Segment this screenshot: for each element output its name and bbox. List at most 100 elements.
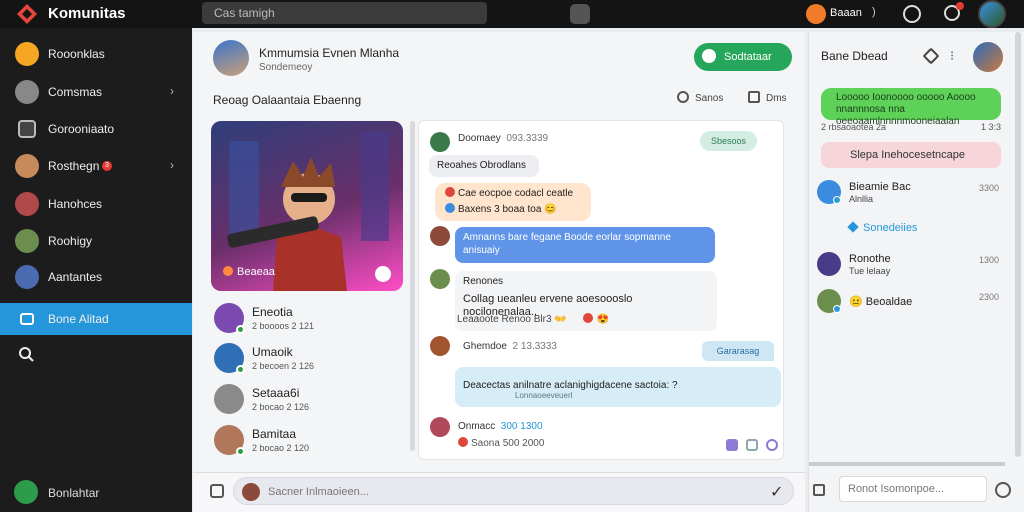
home-icon[interactable]: [210, 484, 224, 498]
sidebar-item-roohigy[interactable]: Roohigy: [0, 225, 192, 257]
section-link[interactable]: Sonedeiies: [847, 221, 917, 234]
sidebar-item-label: Comsmas: [48, 85, 103, 99]
sidebar-item-label: Aantantes: [48, 270, 103, 284]
diamond-icon: [847, 221, 859, 233]
avatar: [430, 417, 450, 437]
sidebar-item-label: Hanohces: [48, 197, 103, 211]
message-text: Baxens 3 boaa toa 😊: [445, 203, 581, 216]
member-item[interactable]: Eneotia 2 boooos 2 121: [209, 301, 389, 341]
notification-icon[interactable]: [903, 5, 921, 23]
top-user-avatar[interactable]: [978, 0, 1006, 28]
avatar: [430, 226, 450, 246]
hero-image-card[interactable]: Beaeaa: [211, 121, 403, 291]
search-icon[interactable]: [18, 346, 34, 362]
online-status-icon: [236, 447, 245, 456]
avatar: [15, 154, 39, 178]
message-input-placeholder: Sacner Inlmaoieen...: [268, 486, 369, 498]
user-menu-chevron-icon[interactable]: ): [872, 6, 876, 18]
sidebar-item-bone-alitad[interactable]: Bone Alitad: [0, 303, 192, 335]
chat-title: Kmmumsia Evnen Mlanha: [259, 46, 400, 60]
join-button-label: Sodtataar: [724, 51, 772, 63]
chevron-right-icon: ›: [170, 84, 174, 98]
member-item[interactable]: Bamitaa 2 bocao 2 120: [209, 423, 389, 463]
right-panel-title: Bane Dbead: [821, 49, 888, 63]
sidebar-item-rooonklas[interactable]: Rooonklas: [0, 38, 192, 70]
user-mini-avatar[interactable]: [806, 4, 826, 24]
message-bubble: Deacectas anilnatre aclanighigdacene sac…: [455, 367, 781, 407]
avatar: [15, 229, 39, 253]
message-author: Doomaey 093.3339: [458, 133, 549, 144]
chevron-right-icon: ›: [170, 158, 174, 172]
message-input[interactable]: Sacner Inlmaoieen... ✓: [233, 477, 794, 505]
sidebar-item-label: Rosthegn: [48, 159, 100, 173]
more-icon[interactable]: ⁝: [950, 48, 954, 64]
play-icon[interactable]: [375, 266, 391, 282]
conversation-name: Ronothe: [849, 253, 891, 265]
member-meta: 2 becoen 2 126: [252, 361, 315, 371]
sidebar-item-rosthegn[interactable]: Rosthegn 3 ›: [0, 150, 192, 182]
checkbox-icon: [748, 91, 760, 103]
message-text: Cae eocpoe codacl ceatle: [445, 187, 581, 200]
top-bar: Komunitas Cas tamigh Baaan ): [0, 0, 1024, 28]
sticker-icon[interactable]: [726, 439, 738, 451]
clear-tab-label: Dms: [766, 93, 787, 104]
emoji-icon[interactable]: [766, 439, 778, 451]
clock-icon[interactable]: [995, 482, 1011, 498]
reply-input[interactable]: Ronot Isomonpoe...: [839, 476, 987, 502]
app-title: Komunitas: [48, 5, 126, 22]
top-user-name[interactable]: Baaan: [830, 7, 862, 19]
avatar[interactable]: [973, 42, 1003, 72]
join-button[interactable]: Sodtataar: [694, 43, 792, 71]
conversation-item[interactable]: Ronothe Tue lelaay 1300: [817, 250, 1007, 280]
message-meta: 2 rbsaoaotea 2a 1 3:3: [821, 122, 1001, 132]
message-author: Ghemdoe 2 13.3333: [463, 341, 557, 352]
search-tab-label: Sanos: [695, 93, 724, 104]
send-check-icon[interactable]: ✓: [770, 482, 783, 502]
right-panel: Bane Dbead ⁝ Looooo Ioonoooo ooooo Aoooo…: [808, 32, 1024, 512]
messages-card: Doomaey 093.3339 Reoahes Obrodlans Cae e…: [418, 120, 784, 460]
online-status-icon: [833, 196, 841, 204]
conversation-time: 1300: [979, 255, 1000, 265]
sidebar-item-gorooniaato[interactable]: Gorooniaato: [0, 113, 192, 145]
edit-icon[interactable]: [922, 47, 940, 65]
conversation-item[interactable]: 😐 Beoaldae 2300: [817, 287, 1007, 317]
heart-icon: [458, 437, 468, 447]
sidebar-item-label: Bone Alitad: [48, 312, 109, 326]
avatar: [15, 265, 39, 289]
calendar-icon[interactable]: [813, 484, 825, 496]
heart-icon: [583, 313, 594, 323]
reaction-row[interactable]: Leaaoote Renoo Blr3 👐 😍: [457, 313, 609, 325]
plus-icon: [702, 49, 716, 63]
status-icon: [14, 480, 38, 504]
member-meta: 2 bocao 2 126: [252, 402, 310, 412]
chat-avatar[interactable]: [213, 40, 249, 76]
sidebar-item-hanohces[interactable]: Hanohces: [0, 188, 192, 220]
message-bubble: Reoahes Obrodlans: [429, 155, 539, 177]
sidebar-item-label: Rooonklas: [48, 47, 105, 61]
member-panel: Beaeaa Eneotia 2 boooos 2 121 Umaoik 2 b…: [209, 119, 407, 471]
member-scrollbar[interactable]: [410, 121, 415, 451]
chat-subtitle: Sondemeoy: [259, 62, 313, 73]
online-status-icon: [236, 325, 245, 334]
avatar: [430, 336, 450, 356]
member-meta: 2 bocao 2 120: [252, 443, 310, 453]
channel-icon: [15, 42, 39, 66]
attach-icon[interactable]: [746, 439, 758, 451]
global-search-input[interactable]: Cas tamigh: [202, 2, 487, 24]
heart-icon: [445, 187, 455, 197]
member-name: Umaoik: [252, 345, 293, 359]
conversation-item[interactable]: Bieamie Bac Alnllia 3300: [817, 178, 1007, 208]
sidebar-bottom-item[interactable]: Bonlahtar: [14, 480, 184, 504]
right-panel-scrollbar[interactable]: [1015, 32, 1021, 457]
online-status-icon: [236, 365, 245, 374]
conversation-snippet: Tue lelaay: [849, 266, 891, 276]
member-item[interactable]: Umaoik 2 becoen 2 126: [209, 341, 389, 381]
divider: [809, 462, 1005, 466]
square-icon: [18, 120, 36, 138]
sidebar-item-comsmas[interactable]: Comsmas ›: [0, 76, 192, 108]
app-logo-icon[interactable]: [16, 3, 38, 25]
member-item[interactable]: Setaaa6i 2 bocao 2 126: [209, 382, 389, 422]
camera-icon[interactable]: [570, 4, 590, 24]
sidebar-item-aantantes[interactable]: Aantantes: [0, 261, 192, 293]
sidebar-item-label: Gorooniaato: [48, 122, 115, 136]
